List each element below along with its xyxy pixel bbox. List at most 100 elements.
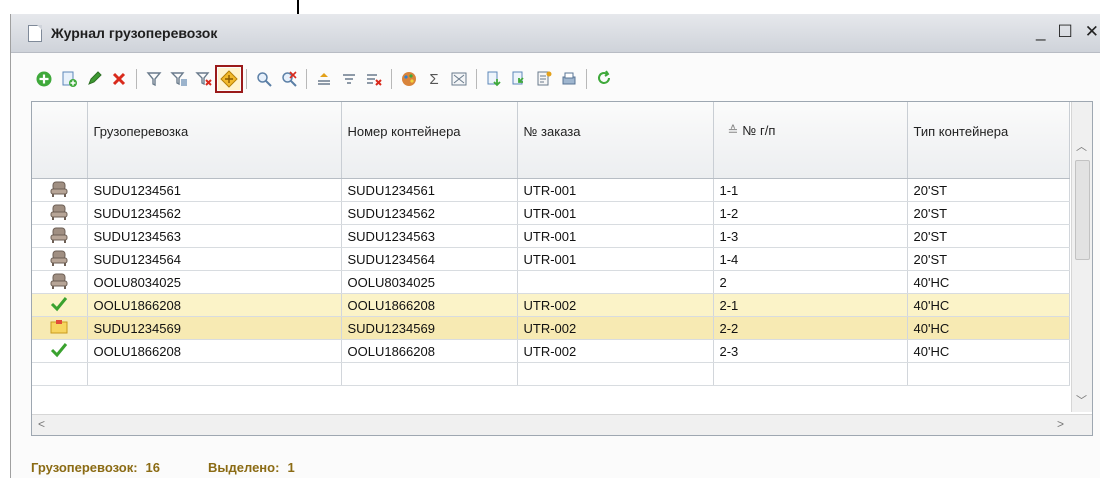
table-row[interactable]: OOLU1866208 OOLU1866208 UTR-002 2-3 40'HC xyxy=(32,339,1070,363)
sort-desc-icon[interactable] xyxy=(338,68,360,90)
table-row[interactable]: SUDU1234569 SUDU1234569 UTR-002 2-2 40'HC xyxy=(32,316,1070,340)
container-number-cell[interactable]: OOLU8034025 xyxy=(341,270,518,294)
table-row[interactable]: SUDU1234562 SUDU1234562 UTR-001 1-2 20'ST xyxy=(32,201,1070,225)
shipment-cell[interactable]: OOLU1866208 xyxy=(87,293,342,317)
shipment-cell[interactable]: OOLU8034025 xyxy=(87,270,342,294)
scroll-left-icon[interactable]: < xyxy=(38,417,45,431)
empty-cell xyxy=(32,362,88,386)
column-header-shipment[interactable]: Грузоперевозка xyxy=(87,102,342,179)
filter-list-icon[interactable] xyxy=(168,68,190,90)
order-number-cell[interactable]: UTR-001 xyxy=(517,224,714,248)
container-type-cell[interactable]: 40'HC xyxy=(907,270,1070,294)
shipment-cell[interactable]: SUDU1234562 xyxy=(87,201,342,225)
shipment-number-cell[interactable]: 2-2 xyxy=(713,316,908,340)
delete-icon[interactable] xyxy=(108,68,130,90)
container-type-cell[interactable]: 20'ST xyxy=(907,178,1070,202)
column-header-container-type[interactable]: Тип контейнера xyxy=(907,102,1070,179)
filter-icon[interactable] xyxy=(143,68,165,90)
shipment-cell[interactable]: SUDU1234564 xyxy=(87,247,342,271)
shipment-number-cell[interactable]: 1-4 xyxy=(713,247,908,271)
sort-clear-icon[interactable] xyxy=(363,68,385,90)
container-number-cell[interactable]: OOLU1866208 xyxy=(341,339,518,363)
horizontal-scrollbar[interactable]: < > xyxy=(32,414,1092,435)
report-icon[interactable] xyxy=(533,68,555,90)
shipment-cell[interactable]: SUDU1234563 xyxy=(87,224,342,248)
container-type-cell[interactable]: 20'ST xyxy=(907,201,1070,225)
shipment-number-cell[interactable]: 2 xyxy=(713,270,908,294)
table-row[interactable]: SUDU1234561 SUDU1234561 UTR-001 1-1 20'ST xyxy=(32,178,1070,202)
toolbar-separator xyxy=(586,69,587,89)
column-header-shipment-number[interactable]: ≙ № г/п xyxy=(713,102,908,179)
copy-icon[interactable] xyxy=(58,68,80,90)
order-number-cell[interactable]: UTR-002 xyxy=(517,293,714,317)
shipment-cell[interactable]: OOLU1866208 xyxy=(87,339,342,363)
column-header-container-number[interactable]: Номер контейнера xyxy=(341,102,518,179)
order-number-cell[interactable]: UTR-001 xyxy=(517,201,714,225)
check-icon xyxy=(32,293,88,317)
container-type-cell[interactable]: 40'HC xyxy=(907,293,1070,317)
add-icon[interactable] xyxy=(33,68,55,90)
container-number-cell[interactable]: OOLU1866208 xyxy=(341,293,518,317)
table-row-partial[interactable] xyxy=(32,362,1070,386)
order-number-cell[interactable]: UTR-001 xyxy=(517,247,714,271)
container-number-cell[interactable]: SUDU1234564 xyxy=(341,247,518,271)
toolbar-separator xyxy=(136,69,137,89)
selected-count-label: Выделено: xyxy=(208,460,280,475)
refresh-icon[interactable] xyxy=(593,68,615,90)
find-icon[interactable] xyxy=(253,68,275,90)
folder-icon xyxy=(32,316,88,340)
import-icon[interactable] xyxy=(483,68,505,90)
shipment-number-cell[interactable]: 2-3 xyxy=(713,339,908,363)
container-number-cell[interactable]: SUDU1234561 xyxy=(341,178,518,202)
print-icon[interactable] xyxy=(558,68,580,90)
shipment-number-cell[interactable]: 1-2 xyxy=(713,201,908,225)
container-type-cell[interactable]: 20'ST xyxy=(907,247,1070,271)
window-title: Журнал грузоперевозок xyxy=(51,25,218,41)
order-number-cell[interactable]: UTR-001 xyxy=(517,178,714,202)
maximize-button[interactable]: ☐ xyxy=(1058,23,1073,40)
selected-count-value: 1 xyxy=(287,460,295,475)
vertical-scroll-thumb[interactable] xyxy=(1075,160,1090,260)
order-number-cell[interactable] xyxy=(517,270,714,294)
shipment-number-cell[interactable]: 2-1 xyxy=(713,293,908,317)
scroll-up-icon[interactable]: ︿ xyxy=(1076,138,1087,154)
container-type-cell[interactable]: 40'HC xyxy=(907,339,1070,363)
shipment-cell[interactable]: SUDU1234561 xyxy=(87,178,342,202)
container-number-cell[interactable]: SUDU1234569 xyxy=(341,316,518,340)
container-number-cell[interactable]: SUDU1234563 xyxy=(341,224,518,248)
status-bar: Грузоперевозок: 16 Выделено: 1 xyxy=(31,460,295,475)
sort-asc-icon[interactable] xyxy=(313,68,335,90)
container-type-cell[interactable]: 20'ST xyxy=(907,224,1070,248)
column-header-order-number[interactable]: № заказа xyxy=(517,102,714,179)
close-button[interactable]: ✕ xyxy=(1085,23,1099,40)
export-icon[interactable] xyxy=(508,68,530,90)
shipment-count-value: 16 xyxy=(145,460,161,475)
scroll-right-icon[interactable]: > xyxy=(1057,417,1064,431)
container-number-cell[interactable]: SUDU1234562 xyxy=(341,201,518,225)
filter-selected-value-icon[interactable] xyxy=(215,65,243,93)
table-row[interactable]: OOLU8034025 OOLU8034025 2 40'HC xyxy=(32,270,1070,294)
order-number-cell[interactable]: UTR-002 xyxy=(517,316,714,340)
edit-icon[interactable] xyxy=(83,68,105,90)
seat-icon xyxy=(32,247,88,271)
table-row[interactable]: SUDU1234564 SUDU1234564 UTR-001 1-4 20'ST xyxy=(32,247,1070,271)
shipment-number-cell[interactable]: 1-3 xyxy=(713,224,908,248)
shipment-number-cell[interactable]: 1-1 xyxy=(713,178,908,202)
window-controls: _ ☐ ✕ xyxy=(1036,23,1099,40)
scroll-down-icon[interactable]: ﹀ xyxy=(1076,392,1087,408)
sum-icon[interactable]: Σ xyxy=(423,68,445,90)
order-number-cell[interactable]: UTR-002 xyxy=(517,339,714,363)
table-row[interactable]: SUDU1234563 SUDU1234563 UTR-001 1-3 20'ST xyxy=(32,224,1070,248)
toolbar-separator xyxy=(246,69,247,89)
container-type-cell[interactable]: 40'HC xyxy=(907,316,1070,340)
toolbar-separator xyxy=(391,69,392,89)
appearance-icon[interactable] xyxy=(398,68,420,90)
filter-clear-icon[interactable] xyxy=(193,68,215,90)
vertical-scrollbar[interactable]: ︿ ﹀ xyxy=(1071,102,1092,412)
shipment-cell[interactable]: SUDU1234569 xyxy=(87,316,342,340)
output-list-icon[interactable] xyxy=(448,68,470,90)
column-header-icon[interactable] xyxy=(32,102,88,179)
table-row[interactable]: OOLU1866208 OOLU1866208 UTR-002 2-1 40'HC xyxy=(32,293,1070,317)
minimize-button[interactable]: _ xyxy=(1036,23,1045,40)
find-cancel-icon[interactable] xyxy=(278,68,300,90)
